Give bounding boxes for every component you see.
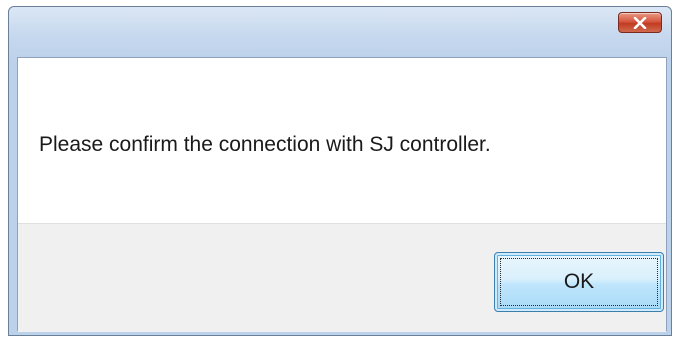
title-bar[interactable] [9,7,671,57]
message-text: Please confirm the connection with SJ co… [39,133,491,156]
message-dialog: Please confirm the connection with SJ co… [8,6,672,336]
button-area: OK [18,223,666,332]
close-button[interactable] [618,12,662,33]
message-area: Please confirm the connection with SJ co… [18,58,666,223]
dialog-body: Please confirm the connection with SJ co… [17,57,667,332]
ok-button-label: OK [563,270,595,293]
close-icon [633,16,647,29]
ok-button[interactable]: OK [494,252,664,312]
